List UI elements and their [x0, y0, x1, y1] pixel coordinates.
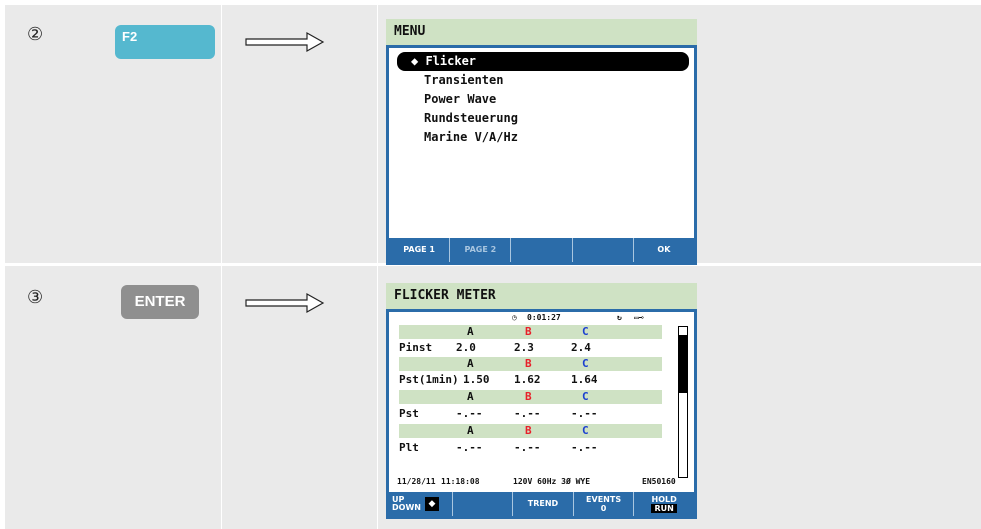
rotate-icon: ↻ — [617, 313, 622, 322]
phase-c-header: C — [582, 357, 589, 370]
step-row-3: ③ ENTER FLICKER METER ◷ 0:01:27 ↻ ▭⊸ A B… — [5, 266, 981, 529]
phase-b-header: B — [525, 357, 532, 370]
screen-title: MENU — [386, 19, 697, 45]
menu-item-transienten[interactable]: Transienten — [389, 71, 694, 90]
phase-c-header: C — [582, 390, 589, 403]
phase-b-header: B — [525, 325, 532, 338]
lcd-display: ◷ 0:01:27 ↻ ▭⊸ A B C Pinst 2.0 2.3 2.4 A… — [386, 309, 697, 519]
phase-a-header: A — [467, 390, 474, 403]
phase-a-value: -.-- — [456, 407, 483, 420]
enter-key-button[interactable]: ENTER — [121, 285, 199, 319]
plt-row: Plt -.-- -.-- -.-- — [399, 440, 662, 456]
timer-readout: 0:01:27 — [527, 313, 561, 322]
pinst-row: Pinst 2.0 2.3 2.4 — [399, 340, 662, 356]
status-footer: 11/28/11 11:18:08 120V 60Hz 3Ø WYE EN501… — [397, 477, 688, 489]
menu-item-flicker[interactable]: ◆ Flicker — [397, 52, 689, 71]
pst-row: Pst -.-- -.-- -.-- — [399, 406, 662, 422]
menu-list: ◆ Flicker Transienten Power Wave Rundste… — [389, 48, 694, 238]
phase-c-value: -.-- — [571, 407, 598, 420]
row-label: Plt — [399, 441, 419, 454]
battery-plug-icon: ▭⊸ — [634, 313, 644, 322]
phase-b-value: -.-- — [514, 407, 541, 420]
phase-b-value: 2.3 — [514, 341, 534, 354]
events-count: 0 — [600, 504, 607, 513]
pst-1min-row: Pst(1min) 1.50 1.62 1.64 — [399, 372, 662, 388]
f2-key-button[interactable]: F2 — [115, 25, 215, 59]
down-label: DOWN — [392, 503, 421, 512]
scrollbar[interactable] — [678, 326, 688, 478]
function-key-bar: PAGE 1 PAGE 2 OK — [389, 238, 694, 262]
menu-item-marine[interactable]: Marine V/A/Hz — [389, 128, 694, 147]
phase-header-row: A B C — [399, 357, 662, 371]
lcd-display: ◆ Flicker Transienten Power Wave Rundste… — [386, 45, 697, 265]
row-label: Pst — [399, 407, 419, 420]
up-down-icon: ◆ — [424, 497, 439, 511]
right-arrow-icon — [245, 31, 325, 53]
row-label: Pinst — [399, 341, 433, 354]
menu-screen: MENU ◆ Flicker Transienten Power Wave Ru… — [386, 19, 697, 265]
fkey-hold-run[interactable]: HOLD RUN — [633, 492, 694, 516]
f2-key-label: F2 — [122, 29, 138, 44]
phase-b-header: B — [525, 424, 532, 437]
phase-b-header: B — [525, 390, 532, 403]
status-bar: ◷ 0:01:27 ↻ ▭⊸ — [389, 312, 694, 325]
hold-label: HOLD — [651, 495, 677, 504]
footer-time: 11:18:08 — [441, 477, 480, 486]
fkey-up-down[interactable]: UP DOWN ◆ — [389, 492, 452, 516]
fkey-trend[interactable]: TREND — [512, 492, 573, 516]
phase-b-value: -.-- — [514, 441, 541, 454]
column-divider — [221, 266, 222, 529]
phase-c-value: 1.64 — [571, 373, 598, 386]
fkey-ok[interactable]: OK — [632, 238, 694, 262]
events-label: EVENTS — [586, 495, 622, 504]
phase-header-row: A B C — [399, 424, 662, 438]
screen-title: FLICKER METER — [386, 283, 697, 309]
phase-a-header: A — [467, 325, 474, 338]
column-divider — [377, 5, 378, 263]
stopwatch-icon: ◷ — [512, 313, 517, 322]
phase-a-value: 1.50 — [463, 373, 490, 386]
right-arrow-icon — [245, 292, 325, 314]
up-down-label: UP DOWN — [392, 496, 421, 512]
phase-a-value: 2.0 — [456, 341, 476, 354]
phase-b-value: 1.62 — [514, 373, 541, 386]
phase-c-value: -.-- — [571, 441, 598, 454]
footer-config: 120V 60Hz 3Ø WYE — [513, 477, 591, 486]
fkey-empty[interactable] — [571, 238, 633, 262]
menu-item-power-wave[interactable]: Power Wave — [389, 90, 694, 109]
run-label: RUN — [651, 504, 677, 513]
flicker-table: ◷ 0:01:27 ↻ ▭⊸ A B C Pinst 2.0 2.3 2.4 A… — [389, 312, 694, 492]
phase-header-row: A B C — [399, 390, 662, 404]
row-label: Pst(1min) — [399, 373, 459, 386]
phase-c-header: C — [582, 325, 589, 338]
phase-c-header: C — [582, 424, 589, 437]
fkey-empty[interactable] — [510, 238, 571, 262]
phase-header-row: A B C — [399, 325, 662, 339]
phase-c-value: 2.4 — [571, 341, 591, 354]
phase-a-header: A — [467, 424, 474, 437]
fkey-empty[interactable] — [451, 492, 513, 516]
column-divider — [221, 5, 222, 263]
fkey-events[interactable]: EVENTS 0 — [572, 492, 634, 516]
menu-item-rundsteuerung[interactable]: Rundsteuerung — [389, 109, 694, 128]
footer-date: 11/28/11 — [397, 477, 436, 486]
step-number: ② — [27, 24, 44, 45]
footer-standard: EN50160 — [642, 477, 676, 486]
fkey-page-1[interactable]: PAGE 1 — [389, 238, 449, 262]
phase-a-header: A — [467, 357, 474, 370]
fkey-page-2[interactable]: PAGE 2 — [449, 238, 510, 262]
phase-a-value: -.-- — [456, 441, 483, 454]
column-divider — [377, 266, 378, 529]
step-number: ③ — [27, 287, 44, 308]
function-key-bar: UP DOWN ◆ TREND EVENTS 0 HOLD RUN — [389, 492, 694, 516]
flicker-meter-screen: FLICKER METER ◷ 0:01:27 ↻ ▭⊸ A B C Pinst… — [386, 283, 697, 519]
scrollbar-thumb[interactable] — [679, 335, 687, 393]
step-row-2: ② F2 MENU ◆ Flicker Transienten Power Wa… — [5, 5, 981, 265]
